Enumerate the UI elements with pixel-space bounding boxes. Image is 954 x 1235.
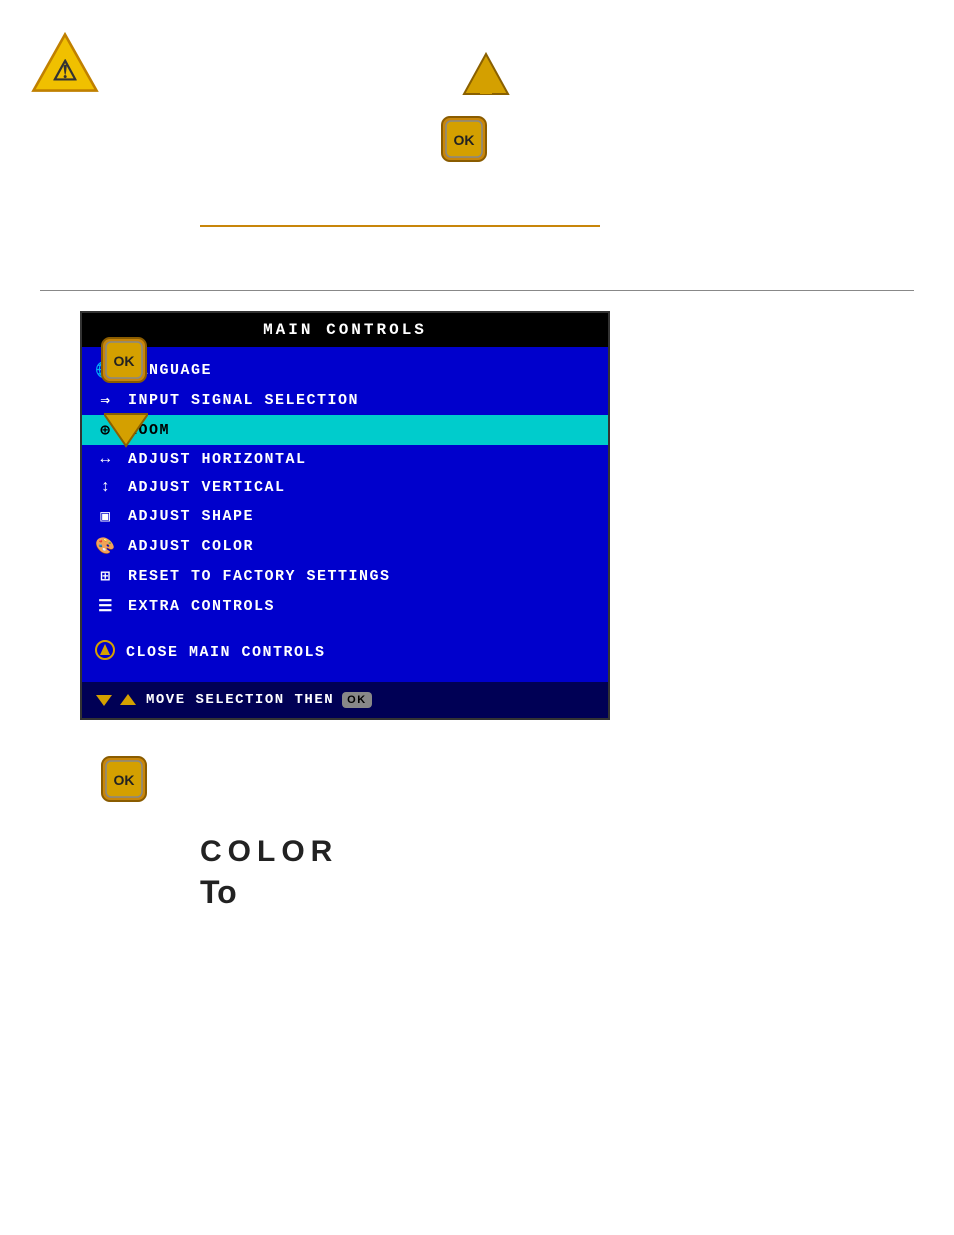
osd-footer-label: MOVE SELECTION THEN [146, 692, 334, 708]
osd-item-language[interactable]: 🌐 LANGUAGE [82, 355, 608, 385]
nav-up-icon [118, 690, 138, 710]
osd-title: MAIN CONTROLS [82, 313, 608, 347]
shape-icon: ▣ [94, 506, 118, 526]
osd-label-extra: EXTRA CONTROLS [128, 598, 275, 615]
osd-menu-items: 🌐 LANGUAGE ⇒ INPUT SIGNAL SELECTION ⊕ ZO… [82, 347, 608, 682]
osd-item-close[interactable]: CLOSE MAIN CONTROLS [82, 631, 608, 674]
ok-icon-bottom: OK [100, 755, 148, 808]
up-arrow-icon [460, 50, 512, 107]
close-circle-icon [94, 639, 116, 666]
osd-label-input-signal: INPUT SIGNAL SELECTION [128, 392, 359, 409]
extra-icon: ☰ [94, 596, 118, 616]
to-label: To [200, 874, 914, 911]
underline-decoration [200, 225, 600, 227]
ok-icon-top: OK [440, 115, 488, 168]
factory-reset-icon: ⊞ [94, 566, 118, 586]
osd-label-color: ADJUST COLOR [128, 538, 254, 555]
nav-icons [94, 690, 138, 710]
osd-item-shape[interactable]: ▣ ADJUST SHAPE [82, 501, 608, 531]
osd-item-input-signal[interactable]: ⇒ INPUT SIGNAL SELECTION [82, 385, 608, 415]
osd-item-factory-reset[interactable]: ⊞ RESET TO FACTORY SETTINGS [82, 561, 608, 591]
osd-item-vertical[interactable]: ↕ ADJUST VERTICAL [82, 473, 608, 501]
svg-text:OK: OK [114, 772, 135, 788]
svg-text:⚠: ⚠ [52, 55, 77, 86]
color-label: COLOR [200, 835, 914, 869]
middle-section: OK MAIN CONTROLS 🌐 LANGUAGE ⇒ INPUT SIGN… [0, 291, 954, 740]
osd-label-factory-reset: RESET TO FACTORY SETTINGS [128, 568, 391, 585]
osd-item-color[interactable]: 🎨 ADJUST COLOR [82, 531, 608, 561]
osd-item-extra[interactable]: ☰ EXTRA CONTROLS [82, 591, 608, 621]
osd-footer: MOVE SELECTION THEN OK [82, 682, 608, 718]
osd-label-vertical: ADJUST VERTICAL [128, 479, 286, 496]
down-arrow-icon [104, 406, 148, 455]
svg-text:OK: OK [454, 132, 475, 148]
warning-icon: ⚠ [30, 30, 100, 95]
color-to-area: COLOR To [200, 835, 914, 911]
svg-text:OK: OK [114, 353, 135, 369]
osd-item-horizontal[interactable]: ↔ ADJUST HORIZONTAL [82, 445, 608, 473]
osd-label-close: CLOSE MAIN CONTROLS [126, 644, 326, 661]
nav-down-icon [94, 690, 114, 710]
bottom-section: OK COLOR To [0, 740, 954, 926]
osd-spacer [82, 621, 608, 631]
top-section: ⚠ OK [0, 0, 954, 290]
osd-label-horizontal: ADJUST HORIZONTAL [128, 451, 307, 468]
vertical-icon: ↕ [94, 478, 118, 496]
osd-item-zoom[interactable]: ⊕ ZOOM [82, 415, 608, 445]
osd-label-shape: ADJUST SHAPE [128, 508, 254, 525]
ok-icon-mid: OK [100, 336, 148, 389]
color-icon: 🎨 [94, 536, 118, 556]
osd-menu: MAIN CONTROLS 🌐 LANGUAGE ⇒ INPUT SIGNAL … [40, 311, 914, 720]
osd-footer-ok: OK [342, 692, 372, 708]
